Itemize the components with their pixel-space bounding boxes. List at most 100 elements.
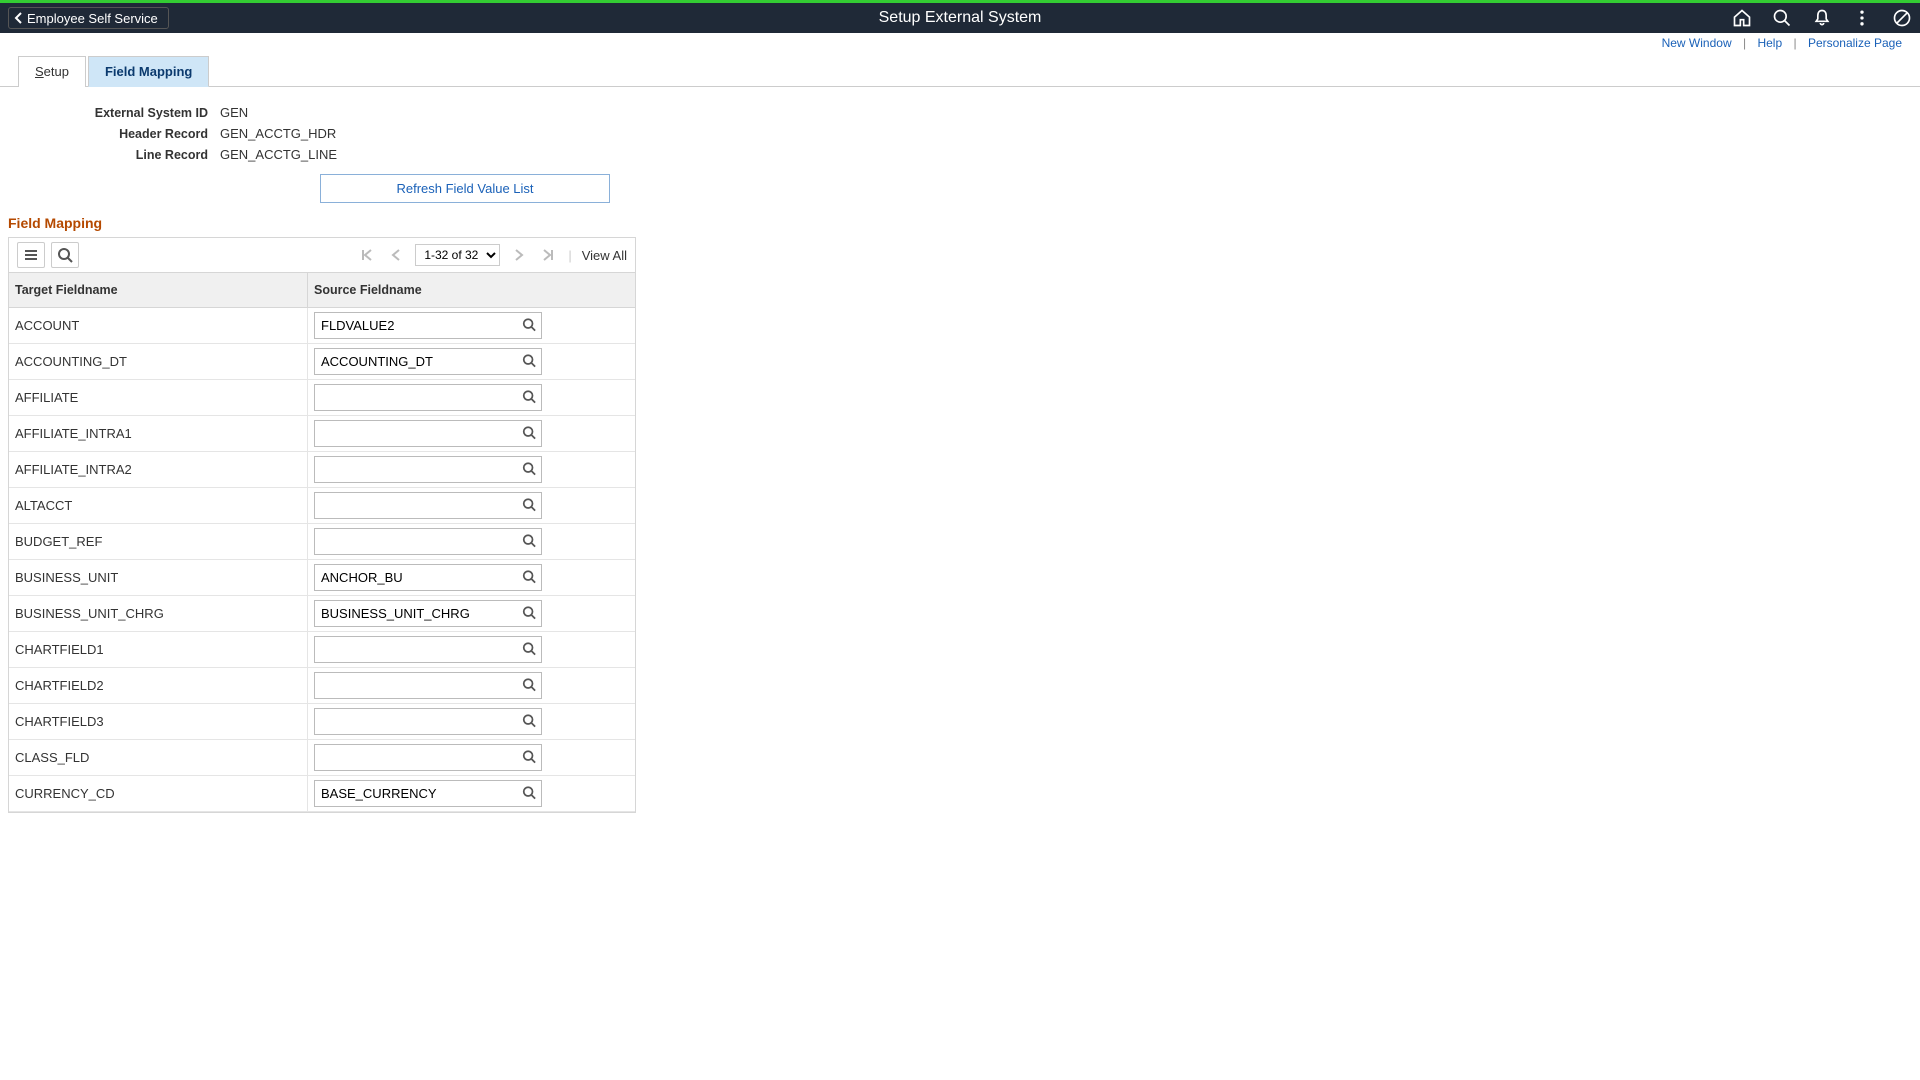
source-fieldname-cell <box>308 308 603 343</box>
tab-setup[interactable]: Setup <box>18 56 86 87</box>
source-fieldname-cell <box>308 452 603 487</box>
table-row: CHARTFIELD3 <box>9 704 635 740</box>
grid-container: 1-32 of 32 | View All Target Fieldname S… <box>8 237 636 813</box>
source-fieldname-cell <box>308 632 603 667</box>
source-fieldname-input[interactable] <box>314 636 542 663</box>
home-icon[interactable] <box>1732 8 1752 28</box>
source-fieldname-cell <box>308 596 603 631</box>
source-fieldname-cell <box>308 416 603 451</box>
table-row: ACCOUNT <box>9 308 635 344</box>
source-fieldname-input[interactable] <box>314 672 542 699</box>
table-row: BUSINESS_UNIT <box>9 560 635 596</box>
value-external-system-id: GEN <box>220 105 248 120</box>
target-fieldname: BUSINESS_UNIT_CHRG <box>9 596 308 631</box>
lookup-icon[interactable] <box>522 389 536 406</box>
source-fieldname-input[interactable] <box>314 312 542 339</box>
section-title: Field Mapping <box>0 209 1920 237</box>
tab-field-mapping[interactable]: Field Mapping <box>88 56 209 87</box>
help-link[interactable]: Help <box>1749 36 1790 50</box>
lookup-icon[interactable] <box>522 317 536 334</box>
lookup-icon[interactable] <box>522 425 536 442</box>
lookup-icon[interactable] <box>522 533 536 550</box>
source-fieldname-input[interactable] <box>314 708 542 735</box>
table-row: CHARTFIELD2 <box>9 668 635 704</box>
target-fieldname: CHARTFIELD2 <box>9 668 308 703</box>
label-header-record: Header Record <box>20 127 220 141</box>
source-fieldname-cell <box>308 344 603 379</box>
source-fieldname-input[interactable] <box>314 456 542 483</box>
source-fieldname-cell <box>308 668 603 703</box>
table-row: BUDGET_REF <box>9 524 635 560</box>
table-row: CURRENCY_CD <box>9 776 635 812</box>
source-fieldname-cell <box>308 560 603 595</box>
lookup-icon[interactable] <box>522 677 536 694</box>
target-fieldname: BUDGET_REF <box>9 524 308 559</box>
table-row: CHARTFIELD1 <box>9 632 635 668</box>
target-fieldname: AFFILIATE <box>9 380 308 415</box>
target-fieldname: AFFILIATE_INTRA2 <box>9 452 308 487</box>
lookup-icon[interactable] <box>522 641 536 658</box>
target-fieldname: ACCOUNTING_DT <box>9 344 308 379</box>
table-row: CLASS_FLD <box>9 740 635 776</box>
source-fieldname-cell <box>308 380 603 415</box>
search-icon[interactable] <box>1772 8 1792 28</box>
personalize-link[interactable]: Personalize Page <box>1800 36 1910 50</box>
first-page-icon[interactable] <box>357 249 377 261</box>
view-all-link[interactable]: View All <box>582 248 627 263</box>
back-button[interactable]: Employee Self Service <box>8 7 169 29</box>
grid-find-icon[interactable] <box>51 242 79 268</box>
menu-icon[interactable] <box>1852 8 1872 28</box>
lookup-icon[interactable] <box>522 353 536 370</box>
source-fieldname-input[interactable] <box>314 348 542 375</box>
target-fieldname: CHARTFIELD3 <box>9 704 308 739</box>
lookup-icon[interactable] <box>522 785 536 802</box>
source-fieldname-input[interactable] <box>314 528 542 555</box>
refresh-button[interactable]: Refresh Field Value List <box>320 174 610 203</box>
source-fieldname-input[interactable] <box>314 492 542 519</box>
table-row: AFFILIATE_INTRA1 <box>9 416 635 452</box>
target-fieldname: ACCOUNT <box>9 308 308 343</box>
value-line-record: GEN_ACCTG_LINE <box>220 147 337 162</box>
source-fieldname-input[interactable] <box>314 564 542 591</box>
next-page-icon[interactable] <box>510 249 528 261</box>
lookup-icon[interactable] <box>522 713 536 730</box>
lookup-icon[interactable] <box>522 605 536 622</box>
table-row: BUSINESS_UNIT_CHRG <box>9 596 635 632</box>
block-icon[interactable] <box>1892 8 1912 28</box>
lookup-icon[interactable] <box>522 497 536 514</box>
source-fieldname-input[interactable] <box>314 780 542 807</box>
col-target[interactable]: Target Fieldname <box>9 273 308 307</box>
source-fieldname-cell <box>308 740 603 775</box>
new-window-link[interactable]: New Window <box>1654 36 1740 50</box>
table-row: AFFILIATE <box>9 380 635 416</box>
source-fieldname-cell <box>308 704 603 739</box>
header-bar: Employee Self Service Setup External Sys… <box>0 3 1920 33</box>
grid-actions-icon[interactable] <box>17 242 45 268</box>
tabs: Setup Field Mapping <box>0 55 1920 87</box>
target-fieldname: ALTACCT <box>9 488 308 523</box>
col-source[interactable]: Source Fieldname <box>308 273 616 307</box>
last-page-icon[interactable] <box>538 249 558 261</box>
source-fieldname-cell <box>308 524 603 559</box>
lookup-icon[interactable] <box>522 461 536 478</box>
prev-page-icon[interactable] <box>387 249 405 261</box>
grid-toolbar: 1-32 of 32 | View All <box>9 238 635 273</box>
lookup-icon[interactable] <box>522 569 536 586</box>
grid-body[interactable]: ACCOUNTACCOUNTING_DTAFFILIATEAFFILIATE_I… <box>9 308 635 812</box>
pager-select[interactable]: 1-32 of 32 <box>415 244 500 266</box>
table-row: AFFILIATE_INTRA2 <box>9 452 635 488</box>
source-fieldname-cell <box>308 488 603 523</box>
target-fieldname: CHARTFIELD1 <box>9 632 308 667</box>
source-fieldname-input[interactable] <box>314 600 542 627</box>
chevron-left-icon <box>13 11 23 25</box>
target-fieldname: BUSINESS_UNIT <box>9 560 308 595</box>
lookup-icon[interactable] <box>522 749 536 766</box>
label-line-record: Line Record <box>20 148 220 162</box>
target-fieldname: CURRENCY_CD <box>9 776 308 811</box>
target-fieldname: CLASS_FLD <box>9 740 308 775</box>
notifications-icon[interactable] <box>1812 8 1832 28</box>
source-fieldname-input[interactable] <box>314 384 542 411</box>
grid-header: Target Fieldname Source Fieldname <box>9 273 635 308</box>
source-fieldname-input[interactable] <box>314 744 542 771</box>
source-fieldname-input[interactable] <box>314 420 542 447</box>
